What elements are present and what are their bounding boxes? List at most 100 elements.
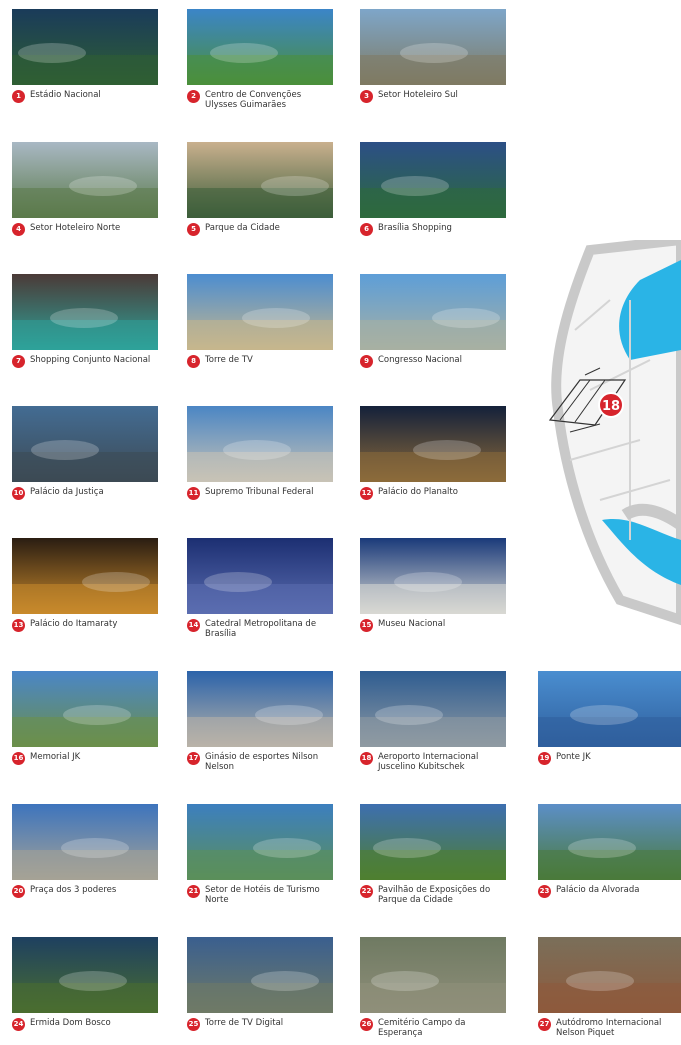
attraction-label: Torre de TV Digital (205, 1018, 284, 1028)
attraction-number-badge: 18 (360, 752, 373, 765)
attraction-photo[interactable] (187, 142, 333, 218)
attraction-photo[interactable] (12, 804, 158, 880)
attraction-number-badge: 23 (538, 885, 551, 898)
attraction-number-badge: 4 (12, 223, 25, 236)
attraction-number-badge: 19 (538, 752, 551, 765)
attraction-card[interactable]: 9 Congresso Nacional (360, 274, 506, 368)
attraction-photo[interactable] (360, 274, 506, 350)
attraction-card[interactable]: 27 Autódromo Internacional Nelson Piquet (538, 937, 681, 1037)
attraction-card[interactable]: 7 Shopping Conjunto Nacional (12, 274, 158, 368)
attraction-label: Parque da Cidade (205, 223, 280, 233)
attraction-caption: 25 Torre de TV Digital (187, 1018, 333, 1031)
attraction-number-badge: 5 (187, 223, 200, 236)
attraction-card[interactable]: 6 Brasília Shopping (360, 142, 506, 236)
attraction-photo[interactable] (12, 9, 158, 85)
attraction-card[interactable]: 23 Palácio da Alvorada (538, 804, 681, 898)
attraction-label: Palácio da Justiça (30, 487, 104, 497)
attraction-photo[interactable] (187, 406, 333, 482)
attraction-caption: 11 Supremo Tribunal Federal (187, 487, 333, 500)
attraction-number-badge: 6 (360, 223, 373, 236)
attraction-card[interactable]: 4 Setor Hoteleiro Norte (12, 142, 158, 236)
attraction-photo[interactable] (360, 9, 506, 85)
attraction-caption: 21 Setor de Hotéis de Turismo Norte (187, 885, 333, 905)
attraction-card[interactable]: 3 Setor Hoteleiro Sul (360, 9, 506, 103)
attraction-label: Ponte JK (556, 752, 591, 762)
attraction-label: Setor de Hotéis de Turismo Norte (205, 885, 320, 905)
map-marker-18[interactable]: 18 (598, 392, 624, 418)
attraction-label: Brasília Shopping (378, 223, 452, 233)
attraction-label: Museu Nacional (378, 619, 446, 629)
attraction-photo[interactable] (360, 937, 506, 1013)
attraction-card[interactable]: 22 Pavilhão de Exposições do Parque da Ci… (360, 804, 506, 904)
attraction-photo[interactable] (360, 142, 506, 218)
attraction-caption: 4 Setor Hoteleiro Norte (12, 223, 158, 236)
attraction-caption: 26 Cemitério Campo da Esperança (360, 1018, 506, 1038)
attraction-card[interactable]: 17 Ginásio de esportes Nilson Nelson (187, 671, 333, 771)
attraction-card[interactable]: 20 Praça dos 3 poderes (12, 804, 158, 898)
attraction-label: Torre de TV (205, 355, 253, 365)
attraction-photo[interactable] (12, 274, 158, 350)
attraction-caption: 3 Setor Hoteleiro Sul (360, 90, 506, 103)
attraction-photo[interactable] (187, 274, 333, 350)
attraction-photo[interactable] (360, 671, 506, 747)
attraction-card[interactable]: 21 Setor de Hotéis de Turismo Norte (187, 804, 333, 904)
attraction-caption: 7 Shopping Conjunto Nacional (12, 355, 158, 368)
attraction-photo[interactable] (187, 937, 333, 1013)
attraction-number-badge: 15 (360, 619, 373, 632)
attraction-label: Setor Hoteleiro Norte (30, 223, 121, 233)
attraction-card[interactable]: 24 Ermida Dom Bosco (12, 937, 158, 1031)
attraction-number-badge: 16 (12, 752, 25, 765)
attraction-photo[interactable] (538, 937, 681, 1013)
attraction-photo[interactable] (12, 538, 158, 614)
attraction-number-badge: 9 (360, 355, 373, 368)
attraction-number-badge: 13 (12, 619, 25, 632)
attraction-number-badge: 24 (12, 1018, 25, 1031)
attraction-photo[interactable] (538, 671, 681, 747)
attraction-label: Palácio da Alvorada (556, 885, 640, 895)
attraction-number-badge: 14 (187, 619, 200, 632)
attraction-photo[interactable] (187, 671, 333, 747)
attraction-card[interactable]: 10 Palácio da Justiça (12, 406, 158, 500)
attraction-card[interactable]: 18 Aeroporto Internacional Juscelino Kubi… (360, 671, 506, 771)
attraction-label: Palácio do Planalto (378, 487, 458, 497)
attraction-photo[interactable] (360, 804, 506, 880)
attraction-label: Congresso Nacional (378, 355, 462, 365)
attraction-photo[interactable] (12, 142, 158, 218)
attraction-photo[interactable] (360, 406, 506, 482)
attraction-card[interactable]: 2 Centro de Convenções Ulysses Guimarães (187, 9, 333, 109)
attraction-card[interactable]: 14 Catedral Metropolitana de Brasília (187, 538, 333, 638)
attraction-number-badge: 26 (360, 1018, 373, 1031)
city-map: 18 (530, 234, 681, 640)
attraction-label: Aeroporto Internacional Juscelino Kubits… (378, 752, 479, 772)
attraction-photo[interactable] (12, 406, 158, 482)
attraction-caption: 27 Autódromo Internacional Nelson Piquet (538, 1018, 681, 1038)
attraction-card[interactable]: 15 Museu Nacional (360, 538, 506, 632)
attraction-photo[interactable] (187, 538, 333, 614)
attraction-card[interactable]: 19 Ponte JK (538, 671, 681, 765)
attraction-number-badge: 11 (187, 487, 200, 500)
attraction-label: Praça dos 3 poderes (30, 885, 117, 895)
attraction-photo[interactable] (187, 9, 333, 85)
attraction-card[interactable]: 16 Memorial JK (12, 671, 158, 765)
attraction-label: Autódromo Internacional Nelson Piquet (556, 1018, 662, 1038)
attraction-caption: 18 Aeroporto Internacional Juscelino Kubi… (360, 752, 506, 772)
attraction-photo[interactable] (12, 671, 158, 747)
attraction-caption: 15 Museu Nacional (360, 619, 506, 632)
attraction-card[interactable]: 13 Palácio do Itamaraty (12, 538, 158, 632)
attraction-number-badge: 3 (360, 90, 373, 103)
attraction-card[interactable]: 25 Torre de TV Digital (187, 937, 333, 1031)
attraction-card[interactable]: 12 Palácio do Planalto (360, 406, 506, 500)
attraction-number-badge: 22 (360, 885, 373, 898)
attraction-photo[interactable] (538, 804, 681, 880)
attraction-photo[interactable] (12, 937, 158, 1013)
attraction-card[interactable]: 8 Torre de TV (187, 274, 333, 368)
attraction-card[interactable]: 1 Estádio Nacional (12, 9, 158, 103)
attraction-caption: 9 Congresso Nacional (360, 355, 506, 368)
attraction-label: Palácio do Itamaraty (30, 619, 118, 629)
attraction-card[interactable]: 11 Supremo Tribunal Federal (187, 406, 333, 500)
attraction-label: Catedral Metropolitana de Brasília (205, 619, 317, 639)
attraction-card[interactable]: 26 Cemitério Campo da Esperança (360, 937, 506, 1037)
attraction-card[interactable]: 5 Parque da Cidade (187, 142, 333, 236)
attraction-photo[interactable] (360, 538, 506, 614)
attraction-photo[interactable] (187, 804, 333, 880)
